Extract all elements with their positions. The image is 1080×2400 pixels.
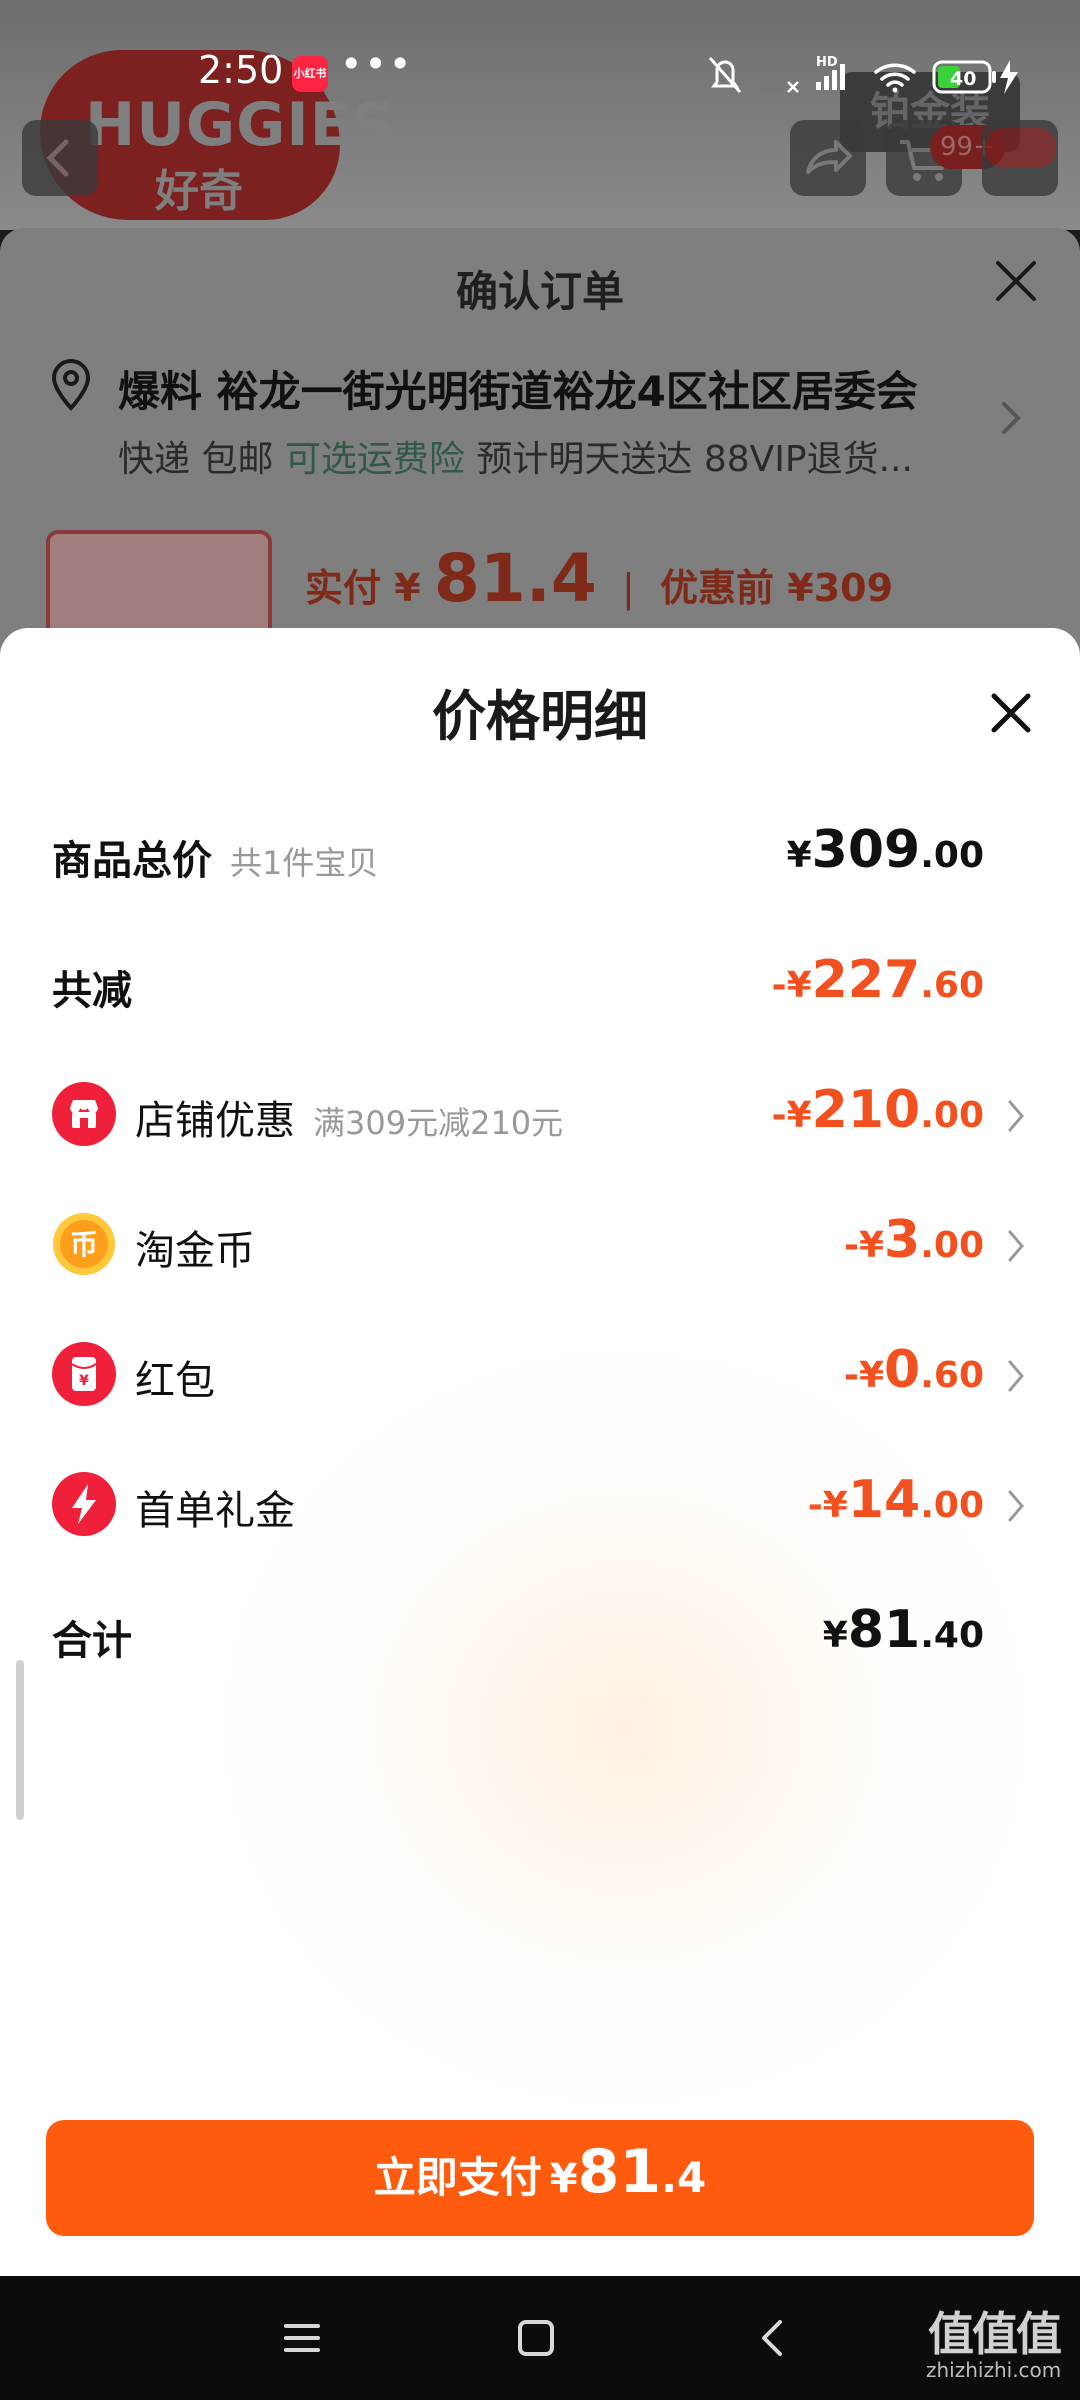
row-label: 共减 xyxy=(52,968,132,1014)
row-red-envelope[interactable]: ¥ 红包 -¥0.60 xyxy=(0,1338,1080,1418)
location-pin-icon xyxy=(51,359,91,411)
scrollbar[interactable] xyxy=(16,1660,24,1820)
svg-text:HD: HD xyxy=(816,55,838,70)
wifi-icon xyxy=(874,63,916,93)
chevron-right-icon xyxy=(1002,402,1021,434)
row-label: 首单礼金 xyxy=(135,1488,295,1534)
coin-icon: 币 xyxy=(53,1213,115,1275)
sheet-title: 价格明细 xyxy=(432,685,648,748)
row-amount: -¥3.00 xyxy=(844,1210,984,1270)
home-icon[interactable] xyxy=(516,2318,556,2358)
close-icon[interactable] xyxy=(990,255,1042,307)
product-price: 实付 ¥ 81.4 | 优惠前 ¥309 xyxy=(305,540,894,617)
row-label: 红包 xyxy=(135,1358,215,1404)
app-notification-icon: 小红书 xyxy=(292,56,328,92)
battery-level: 40 xyxy=(950,68,976,90)
signal-empty-icon xyxy=(764,64,799,93)
status-bar: 2:50 小红书 ••• HD 40 xyxy=(0,40,1080,110)
more-badge xyxy=(986,128,1056,168)
chevron-right-icon xyxy=(1008,1490,1024,1522)
row-taojinbi[interactable]: 币 淘金币 -¥3.00 xyxy=(0,1208,1080,1288)
share-button[interactable] xyxy=(790,120,866,196)
delivery-prefix: 快递 包邮 xyxy=(118,439,274,480)
row-store-discount[interactable]: 店铺优惠 满309元减210元 -¥210.00 xyxy=(0,1078,1080,1158)
row-label: 店铺优惠 满309元减210元 xyxy=(135,1098,564,1144)
watermark-logo: 值值值 xyxy=(928,2307,1062,2361)
price-detail-sheet: 价格明细 商品总价 共1件宝贝 ¥309.00 共减 -¥227.60 店铺优惠满… xyxy=(0,628,1080,2276)
price-before-discount: 优惠前 ¥309 xyxy=(660,566,894,610)
sheet-background-glow xyxy=(200,1328,1050,2128)
row-goods-total: 商品总价 共1件宝贝 ¥309.00 xyxy=(0,818,1080,898)
watermark-url: zhizhizhi.com xyxy=(926,2358,1062,2382)
status-time: 2:50 xyxy=(198,48,284,92)
delivery-suffix: 预计明天送达 88VIP退货... xyxy=(476,439,913,480)
signal-hd-icon: HD xyxy=(816,55,845,90)
chevron-right-icon xyxy=(1008,1360,1024,1392)
confirm-order-title: 确认订单 xyxy=(455,267,624,316)
back-arrow-icon xyxy=(46,139,69,177)
svg-text:¥: ¥ xyxy=(79,1373,89,1389)
chevron-right-icon xyxy=(1008,1230,1024,1262)
shipping-insurance-link[interactable]: 可选运费险 xyxy=(285,439,465,480)
row-amount: -¥14.00 xyxy=(807,1470,984,1530)
row-label: 合计 xyxy=(52,1618,132,1664)
item-count-hint: 共1件宝贝 xyxy=(230,844,379,882)
paid-price-label: 实付 ¥ xyxy=(305,566,421,610)
menu-icon[interactable] xyxy=(282,2318,322,2358)
delivery-info[interactable]: 快递 包邮 可选运费险 预计明天送达 88VIP退货... xyxy=(118,430,913,482)
row-total-discount: 共减 -¥227.60 xyxy=(0,948,1080,1028)
share-icon xyxy=(806,140,852,174)
lightning-icon xyxy=(52,1472,116,1536)
store-icon xyxy=(52,1082,116,1146)
more-button[interactable] xyxy=(982,120,1058,196)
row-amount: -¥0.60 xyxy=(844,1340,984,1400)
pay-now-button[interactable]: 立即支付 ¥81.4 xyxy=(46,2120,1034,2236)
mute-icon xyxy=(708,57,742,93)
paid-price-value: 81.4 xyxy=(433,540,597,617)
row-first-order-gift[interactable]: 首单礼金 -¥14.00 xyxy=(0,1468,1080,1548)
status-icons: HD 40 xyxy=(708,55,1018,94)
chevron-right-icon xyxy=(1008,1100,1024,1132)
row-amount: ¥309.00 xyxy=(786,820,984,880)
system-nav-bar: 值值值 zhizhizhi.com xyxy=(0,2276,1080,2400)
product-header-background: HUGGIES 好奇 铂金装 99+ xyxy=(0,0,1080,230)
svg-text:币: 币 xyxy=(70,1228,98,1261)
store-discount-rule: 满309元减210元 xyxy=(313,1104,564,1142)
back-button[interactable] xyxy=(22,120,98,196)
pay-button-label: 立即支付 xyxy=(373,2153,542,2202)
back-icon[interactable] xyxy=(754,2316,790,2360)
row-label: 商品总价 共1件宝贝 xyxy=(52,838,379,884)
row-grand-total: 合计 ¥81.40 xyxy=(0,1598,1080,1678)
battery-icon: 40 xyxy=(932,60,1018,94)
brand-sub: 好奇 xyxy=(155,166,243,217)
more-notifications-icon: ••• xyxy=(340,42,414,86)
delivery-address[interactable]: 爆料 裕龙一街光明街道裕龙4区社区居委会 xyxy=(118,358,918,419)
row-amount: -¥227.60 xyxy=(771,950,984,1010)
red-envelope-icon: ¥ xyxy=(52,1342,116,1406)
close-icon[interactable] xyxy=(988,690,1034,736)
row-amount: ¥81.40 xyxy=(822,1600,984,1660)
row-amount: -¥210.00 xyxy=(771,1080,984,1140)
row-label: 淘金币 xyxy=(135,1228,255,1274)
